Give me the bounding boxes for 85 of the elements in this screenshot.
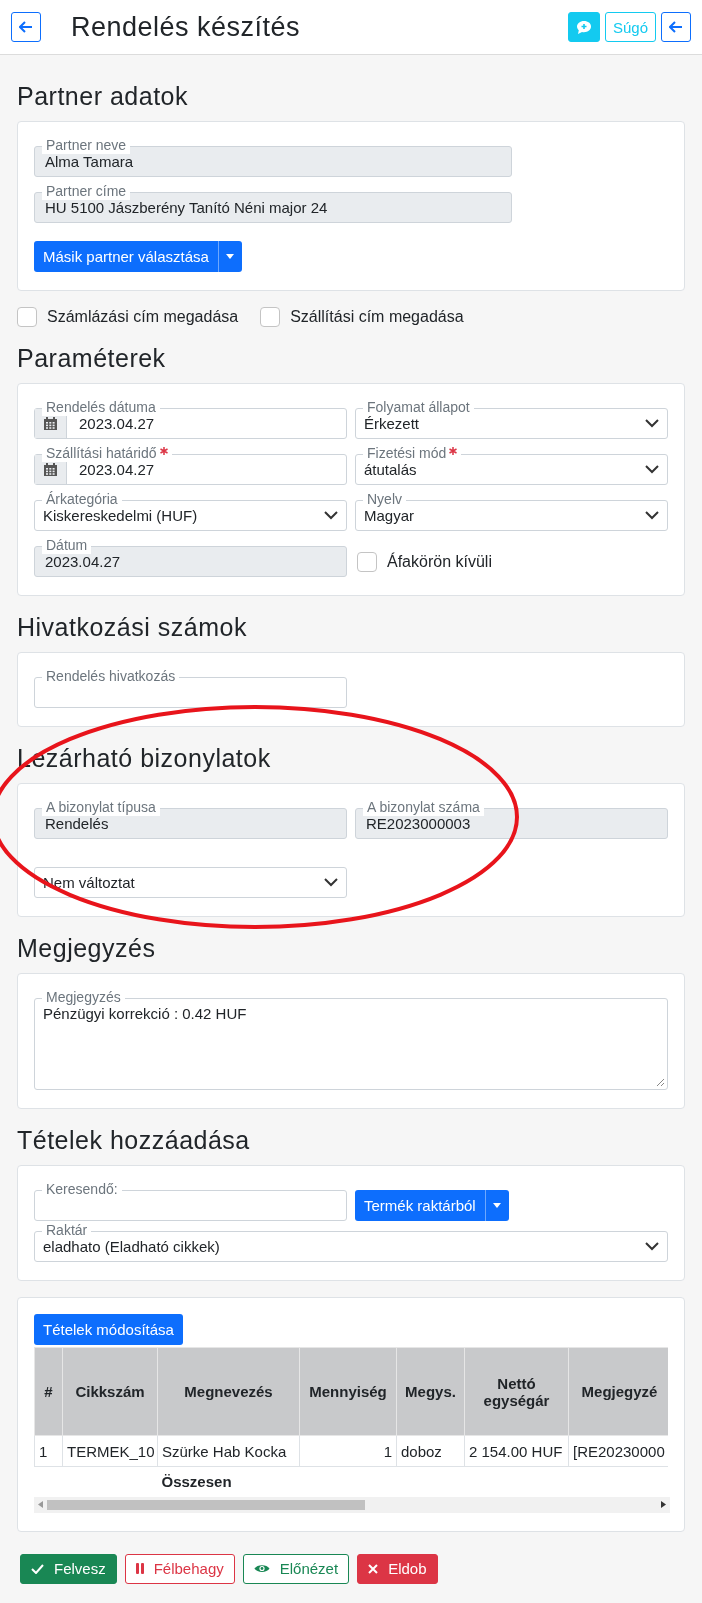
close-icon (368, 1563, 379, 1574)
field-value: eladhato (Eladható cikkek) (43, 1238, 220, 1255)
back-arrow-icon (669, 21, 683, 33)
table-cell: 2 154.00 HUF (464, 1435, 569, 1467)
table-cell: doboz (396, 1435, 465, 1467)
field-label: Partner címe (42, 183, 131, 200)
field-value: RE2023000003 (366, 815, 471, 832)
back-button[interactable] (11, 12, 41, 42)
checkbox-label: Áfakörön kívüli (387, 552, 492, 571)
page-title: Rendelés készítés (71, 11, 302, 43)
column-header: Mennyiség (299, 1347, 397, 1436)
horizontal-scrollbar[interactable] (34, 1496, 670, 1513)
calendar-icon (44, 463, 57, 476)
section-heading: Tételek hozzáadása (17, 1126, 251, 1155)
checkbox[interactable] (260, 307, 281, 327)
required-icon (159, 447, 168, 455)
section-heading: Hivatkozási számok (17, 613, 248, 642)
field-value: Kiskereskedelmi (HUF) (43, 507, 198, 524)
product-from-stock-button[interactable]: Termék raktárból (355, 1190, 485, 1221)
chevron-down-icon (645, 419, 659, 428)
table-cell: Szürke Hab Kocka (157, 1435, 300, 1467)
calendar-icon (44, 417, 57, 430)
column-header: Megys. (396, 1347, 465, 1436)
field-label: Árkategória (42, 491, 122, 508)
table-cell: 1 (34, 1435, 63, 1467)
field-label: Nyelv (363, 491, 406, 508)
field-value: HU 5100 Jászberény Tanító Néni major 24 (45, 199, 328, 216)
field-value: Érkezett (364, 415, 420, 432)
chevron-down-icon (324, 878, 338, 887)
eye-icon (253, 1563, 270, 1574)
field-value: 2023.04.27 (79, 415, 155, 432)
table-cell: TERMEK_10 (62, 1435, 158, 1467)
required-icon (449, 447, 458, 455)
resize-handle-icon[interactable] (656, 1078, 665, 1087)
column-header: Nettó egységár (464, 1347, 569, 1436)
column-header: Cikkszám (62, 1347, 158, 1436)
field-value: Magyar (364, 507, 415, 524)
field-value: Rendelés (45, 815, 109, 832)
column-header: Megjegyzé (568, 1347, 668, 1436)
edit-items-button[interactable]: Tételek módosítása (34, 1314, 183, 1345)
dropdown-toggle[interactable] (484, 1190, 509, 1221)
total-label: Összesen (157, 1466, 300, 1497)
section-heading: Paraméterek (17, 344, 167, 373)
back-arrow-icon (19, 21, 33, 33)
caret-icon (226, 254, 235, 259)
field-value: 2023.04.27 (45, 553, 121, 570)
pause-icon (135, 1563, 144, 1574)
comment-plus-icon (575, 19, 592, 35)
chat-button[interactable] (567, 12, 600, 42)
table-cell: 1 (299, 1435, 397, 1467)
chevron-down-icon (645, 1242, 659, 1251)
pause-button[interactable]: Félbehagy (124, 1553, 235, 1584)
caret-icon (493, 1203, 502, 1208)
column-header: Megnevezés (157, 1347, 300, 1436)
discard-button[interactable]: Eldob (357, 1553, 438, 1584)
chevron-down-icon (645, 465, 659, 474)
section-heading: Partner adatok (17, 82, 189, 111)
checkbox-label: Számlázási cím megadása (47, 308, 239, 326)
section-heading: Megjegyzés (17, 934, 157, 963)
choose-partner-button[interactable]: Másik partner választása (34, 241, 218, 272)
checkbox[interactable] (17, 307, 37, 327)
chevron-down-icon (324, 511, 338, 520)
chevron-down-icon (645, 511, 659, 520)
field-label: A bizonylat száma (363, 799, 484, 816)
field-label: Megjegyzés (42, 989, 125, 1006)
field-value: Pénzügyi korrekció : 0.42 HUF (43, 1005, 247, 1022)
field-value: 2023.04.27 (79, 461, 155, 478)
back-button[interactable] (661, 12, 691, 42)
field-value: Alma Tamara (45, 153, 134, 170)
check-icon (31, 1563, 44, 1574)
checkbox[interactable] (357, 551, 377, 572)
field-label: Rendelés dátuma (42, 399, 160, 416)
scroll-left-icon[interactable] (38, 1501, 43, 1508)
scroll-right-icon[interactable] (661, 1501, 666, 1508)
field-label: A bizonylat típusa (42, 799, 160, 816)
preview-button[interactable]: Előnézet (242, 1553, 350, 1584)
dropdown-toggle[interactable] (217, 241, 242, 272)
field-value: átutalás (364, 461, 417, 478)
field-label: Folyamat állapot (363, 399, 474, 416)
field-label: Partner neve (42, 137, 131, 154)
column-header: # (34, 1347, 63, 1436)
field-label: Szállítási határidő (42, 445, 172, 462)
save-button[interactable]: Felvesz (20, 1553, 117, 1584)
checkbox-label: Szállítási cím megadása (290, 308, 464, 326)
field-label: Dátum (42, 537, 92, 554)
